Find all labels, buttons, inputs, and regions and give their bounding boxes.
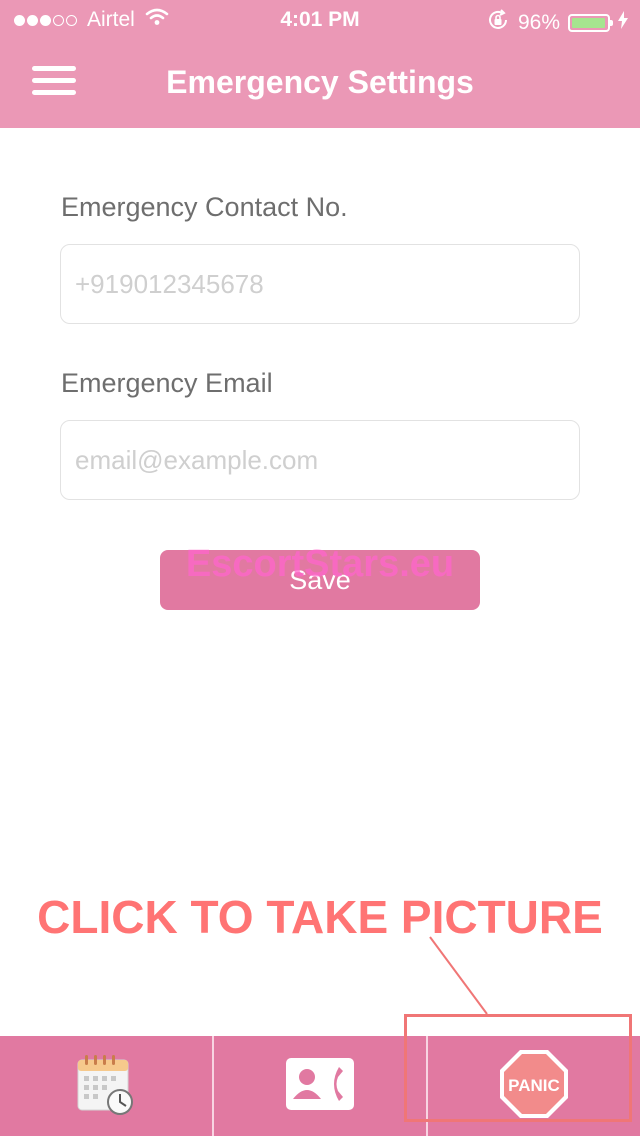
- annotation-highlight-box: [404, 1014, 632, 1122]
- tab-schedule[interactable]: [0, 1036, 214, 1136]
- contact-card-phone-icon: [285, 1057, 355, 1116]
- tab-contacts[interactable]: [214, 1036, 428, 1136]
- annotation-arrow-line: [429, 936, 488, 1015]
- calendar-clock-icon: [76, 1052, 136, 1121]
